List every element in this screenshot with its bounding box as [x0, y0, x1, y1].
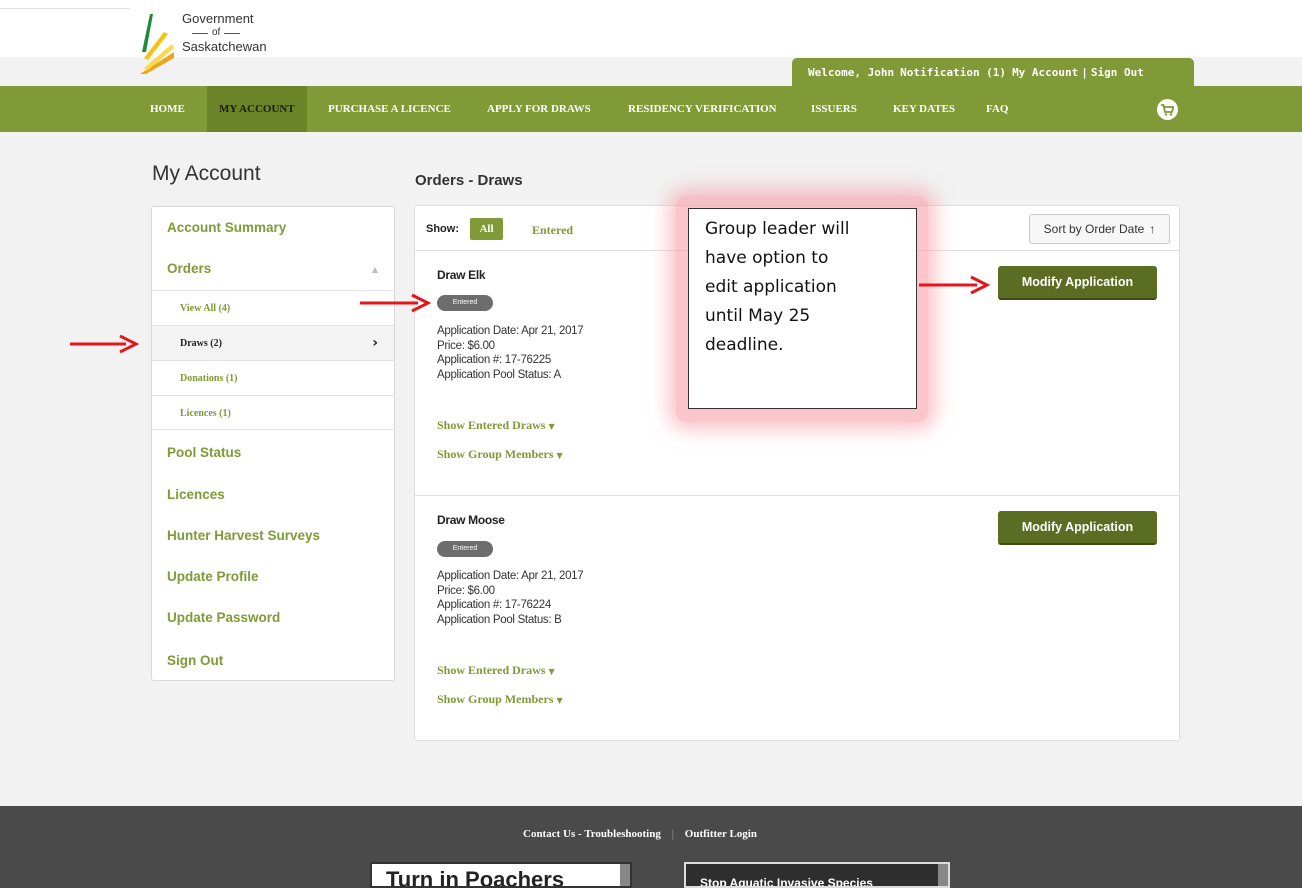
draw-title: Draw Moose: [437, 513, 505, 527]
cart-glyph-icon: [1161, 103, 1174, 116]
header-divider: [0, 8, 130, 9]
red-arrow-icon: [70, 334, 140, 354]
nav-home[interactable]: HOME: [150, 86, 185, 132]
turn-in-poachers-label: Turn in Poachers: [386, 867, 565, 888]
sidebar-item-pool-status[interactable]: Pool Status: [167, 445, 241, 460]
nav-my-account[interactable]: MY ACCOUNT: [207, 86, 307, 132]
draw-details: Application Date: Apr 21, 2017 Price: $6…: [437, 324, 584, 382]
draw-title: Draw Elk: [437, 268, 486, 282]
application-number: Application #: 17-76225: [437, 354, 551, 366]
draw-details: Application Date: Apr 21, 2017 Price: $6…: [437, 569, 584, 627]
show-group-members-toggle[interactable]: Show Group Members ▼: [437, 692, 563, 707]
sidebar-subitem-draws[interactable]: Draws (2) ›: [152, 325, 394, 360]
show-entered-draws-label: Show Entered Draws: [437, 418, 546, 432]
show-group-members-label: Show Group Members: [437, 447, 554, 461]
logo-line-3: Saskatchewan: [182, 39, 267, 54]
government-logo[interactable]: Government of Saskatchewan: [138, 12, 267, 74]
aquatic-invasive-species-label: Stop Aquatic Invasive Species: [700, 876, 873, 888]
account-sidebar: Account Summary Orders ▲ View All (4) Dr…: [151, 206, 395, 681]
wheat-logo-icon: [140, 14, 174, 74]
red-arrow-icon: [360, 293, 432, 313]
nav-purchase-licence[interactable]: PURCHASE A LICENCE: [328, 86, 451, 132]
sidebar-item-sign-out[interactable]: Sign Out: [167, 653, 223, 668]
status-badge: Entered: [437, 541, 493, 557]
show-entered-draws-toggle[interactable]: Show Entered Draws ▼: [437, 663, 555, 678]
show-entered-draws-toggle[interactable]: Show Entered Draws ▼: [437, 418, 555, 433]
sign-out-link[interactable]: Sign Out: [1091, 66, 1144, 79]
sort-arrow-up-icon: ↑: [1149, 222, 1156, 236]
filter-entered-button[interactable]: Entered: [532, 223, 573, 238]
sidebar-subitem-donations[interactable]: Donations (1): [152, 360, 394, 395]
welcome-text: Welcome, John: [808, 65, 895, 79]
sort-button[interactable]: Sort by Order Date ↑: [1029, 214, 1170, 244]
footer-separator: |: [671, 828, 675, 840]
nav-faq[interactable]: FAQ: [986, 86, 1008, 132]
logo-wordmark: Government of Saskatchewan: [182, 12, 267, 54]
caret-down-icon: ▼: [556, 696, 563, 705]
draw-divider: [415, 495, 1179, 496]
notification-link[interactable]: Notification (1): [900, 66, 1006, 79]
annotation-callout: Group leader will have option to edit ap…: [688, 208, 917, 409]
modify-application-button[interactable]: Modify Application: [998, 266, 1157, 300]
nav-apply-for-draws[interactable]: APPLY FOR DRAWS: [487, 86, 591, 132]
main-nav: HOME MY ACCOUNT PURCHASE A LICENCE APPLY…: [0, 86, 1302, 132]
sort-button-label: Sort by Order Date: [1043, 222, 1145, 236]
sidebar-subitem-draws-label: Draws (2): [180, 338, 222, 349]
price: Price: $6.00: [437, 339, 495, 352]
application-date: Application Date: Apr 21, 2017: [437, 325, 584, 337]
welcome-separator: |: [1081, 65, 1088, 79]
caret-down-icon: ▼: [548, 667, 555, 676]
pool-status: Application Pool Status: A: [437, 368, 561, 381]
filter-all-button[interactable]: All: [470, 218, 503, 240]
orders-heading: Orders - Draws: [415, 172, 523, 189]
collapse-caret-icon[interactable]: ▲: [372, 265, 378, 274]
filter-label: Show:: [426, 223, 459, 235]
nav-issuers[interactable]: ISSUERS: [811, 86, 857, 132]
page-title: My Account: [152, 162, 261, 185]
welcome-bar: Welcome, John Notification (1) My Accoun…: [792, 58, 1194, 86]
red-arrow-icon: [919, 275, 991, 295]
status-badge: Entered: [437, 295, 493, 311]
sidebar-item-update-profile[interactable]: Update Profile: [167, 569, 259, 584]
pool-status: Application Pool Status: B: [437, 613, 562, 626]
logo-line-1: Government: [182, 11, 254, 26]
application-number: Application #: 17-76224: [437, 599, 551, 611]
aquatic-invasive-species-banner[interactable]: Stop Aquatic Invasive Species: [684, 862, 950, 888]
sidebar-item-licences[interactable]: Licences: [167, 487, 225, 502]
sidebar-item-orders[interactable]: Orders: [167, 261, 211, 276]
caret-down-icon: ▼: [548, 422, 555, 431]
sidebar-item-hunter-harvest-surveys[interactable]: Hunter Harvest Surveys: [167, 528, 320, 543]
chevron-right-icon: ›: [372, 335, 378, 351]
nav-residency-verification[interactable]: RESIDENCY VERIFICATION: [628, 86, 777, 132]
show-entered-draws-label: Show Entered Draws: [437, 663, 546, 677]
logo-line-2: of: [188, 26, 267, 40]
caret-down-icon: ▼: [556, 451, 563, 460]
sidebar-subitem-licences[interactable]: Licences (1): [152, 395, 394, 430]
nav-key-dates[interactable]: KEY DATES: [893, 86, 955, 132]
contact-us-link[interactable]: Contact Us - Troubleshooting: [523, 828, 661, 840]
show-group-members-label: Show Group Members: [437, 692, 554, 706]
shopping-cart-icon[interactable]: [1157, 99, 1178, 120]
application-date: Application Date: Apr 21, 2017: [437, 570, 584, 582]
modify-application-button[interactable]: Modify Application: [998, 511, 1157, 545]
show-group-members-toggle[interactable]: Show Group Members ▼: [437, 447, 563, 462]
callout-line: Group leader will: [705, 219, 850, 239]
footer-links: Contact Us - Troubleshooting | Outfitter…: [523, 828, 757, 840]
sidebar-item-update-password[interactable]: Update Password: [167, 610, 280, 625]
price: Price: $6.00: [437, 584, 495, 597]
footer: [0, 806, 1302, 888]
callout-line: have option to: [705, 248, 829, 268]
callout-line: until May 25: [705, 306, 811, 326]
my-account-link[interactable]: My Account: [1012, 66, 1078, 79]
callout-line: edit application: [705, 277, 837, 297]
turn-in-poachers-banner[interactable]: Turn in Poachers: [370, 862, 632, 888]
outfitter-login-link[interactable]: Outfitter Login: [685, 828, 757, 840]
sidebar-item-account-summary[interactable]: Account Summary: [167, 220, 286, 235]
callout-line: deadline.: [705, 335, 784, 355]
